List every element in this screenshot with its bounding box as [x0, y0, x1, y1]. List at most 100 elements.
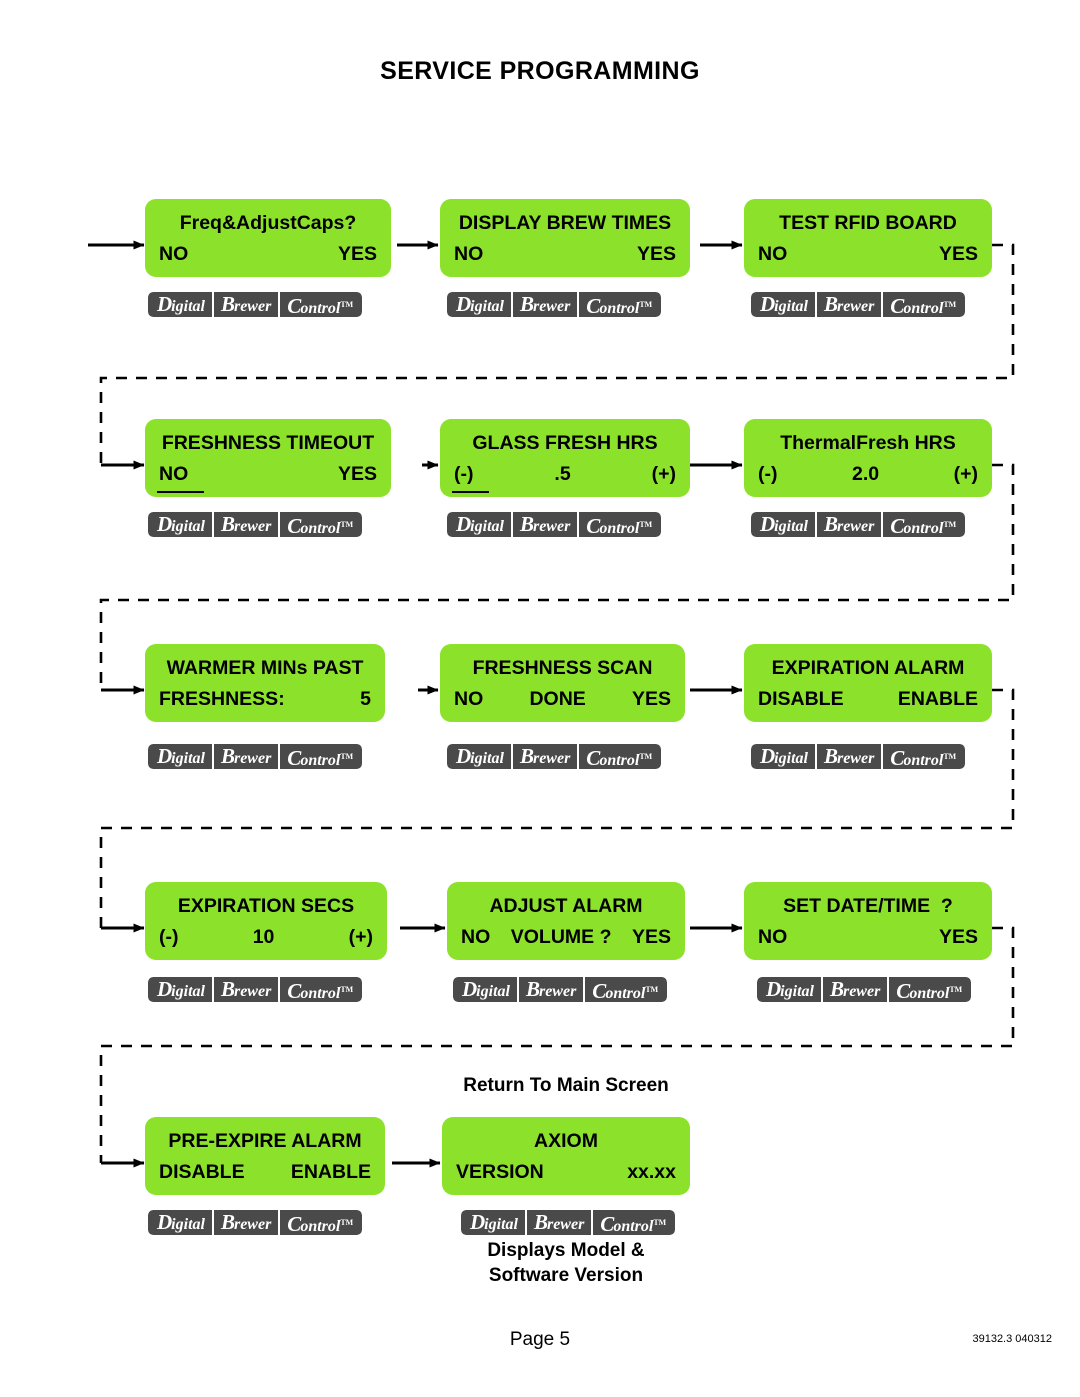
screen-pre-expire-alarm[interactable]: PRE-EXPIRE ALARM DISABLE ENABLE: [145, 1117, 385, 1195]
option-left[interactable]: NO: [758, 922, 787, 953]
lcd-title: EXPIRATION SECS: [177, 895, 355, 917]
lcd-title: ADJUST ALARM: [489, 895, 643, 917]
screen-warmer-mins-past[interactable]: WARMER MINs PAST FRESHNESS: 5: [145, 644, 385, 722]
brand-digital: Digital: [447, 744, 511, 769]
option-left[interactable]: NO: [758, 239, 787, 270]
brand-brewer: Brewer: [213, 977, 279, 1002]
brand-digital: Digital: [447, 292, 511, 317]
option-done[interactable]: DONE: [529, 684, 585, 715]
value-display: .5: [554, 463, 571, 485]
decrement-button[interactable]: (-): [758, 459, 777, 490]
document-code: 39132.3 040312: [972, 1333, 1052, 1345]
brand-brewer: Brewer: [512, 744, 578, 769]
screen-display-brew-times[interactable]: DISPLAY BREW TIMES NO YES: [440, 199, 690, 277]
option-right[interactable]: YES: [637, 239, 676, 270]
displays-model-note-line2: Software Version: [488, 1265, 644, 1286]
option-right[interactable]: YES: [338, 239, 377, 270]
lcd-options[interactable]: NO YES: [758, 922, 978, 953]
brand-control: ControlTM: [889, 977, 972, 1002]
screen-axiom-version[interactable]: AXIOM VERSION xx.xx: [442, 1117, 690, 1195]
lcd-title: PRE-EXPIRE ALARM: [168, 1130, 362, 1152]
option-yes[interactable]: YES: [632, 684, 671, 715]
brand-brewer: Brewer: [213, 512, 279, 537]
option-enable[interactable]: ENABLE: [898, 684, 978, 715]
value-display: 2.0: [852, 463, 880, 485]
brand-digital: Digital: [751, 292, 815, 317]
decrement-button[interactable]: (-): [159, 922, 178, 953]
option-no[interactable]: NO: [461, 922, 490, 953]
lcd-options[interactable]: NO VOLUME ? YES: [461, 922, 671, 953]
brand-digital: Digital: [148, 292, 212, 317]
brand-badge: Digital Brewer ControlTM: [461, 1210, 676, 1235]
increment-button[interactable]: (+): [349, 922, 373, 953]
lcd-options[interactable]: (-) .5 (+): [451, 459, 676, 493]
brand-badge: Digital Brewer ControlTM: [751, 292, 966, 317]
screen-thermalfresh-hrs[interactable]: ThermalFresh HRS (-) 2.0 (+): [744, 419, 992, 497]
decrement-button[interactable]: (-): [451, 459, 491, 493]
brand-digital: Digital: [751, 512, 815, 537]
lcd-panel[interactable]: EXPIRATION ALARM DISABLE ENABLE: [744, 644, 992, 722]
option-right[interactable]: YES: [939, 239, 978, 270]
brand-digital: Digital: [148, 512, 212, 537]
brand-badge: Digital Brewer ControlTM: [447, 512, 662, 537]
option-right[interactable]: YES: [939, 922, 978, 953]
lcd-options[interactable]: (-) 2.0 (+): [758, 459, 978, 490]
lcd-panel[interactable]: TEST RFID BOARD NO YES: [744, 199, 992, 277]
brand-brewer: Brewer: [213, 292, 279, 317]
lcd-panel[interactable]: AXIOM VERSION xx.xx: [442, 1117, 690, 1195]
lcd-panel[interactable]: Freq&AdjustCaps? NO YES: [145, 199, 391, 277]
option-yes[interactable]: YES: [632, 922, 671, 953]
lcd-panel[interactable]: FRESHNESS SCAN NO DONE YES: [440, 644, 685, 722]
lcd-panel[interactable]: ThermalFresh HRS (-) 2.0 (+): [744, 419, 992, 497]
volume-prompt: VOLUME ?: [510, 926, 612, 948]
lcd-options[interactable]: NO YES: [454, 239, 676, 270]
screen-expiration-alarm[interactable]: EXPIRATION ALARM DISABLE ENABLE: [744, 644, 992, 722]
version-value: xx.xx: [627, 1161, 676, 1183]
lcd-panel[interactable]: ADJUST ALARM NO VOLUME ? YES: [447, 882, 685, 960]
option-left[interactable]: NO: [454, 239, 483, 270]
screen-test-rfid-board[interactable]: TEST RFID BOARD NO YES: [744, 199, 992, 277]
option-left[interactable]: NO: [156, 459, 205, 493]
lcd-options[interactable]: FRESHNESS: 5: [159, 684, 371, 715]
option-disable[interactable]: DISABLE: [159, 1157, 245, 1188]
lcd-options[interactable]: NO YES: [159, 239, 377, 270]
lcd-panel[interactable]: EXPIRATION SECS (-) 10 (+): [145, 882, 387, 960]
lcd-panel[interactable]: DISPLAY BREW TIMES NO YES: [440, 199, 690, 277]
lcd-options[interactable]: NO DONE YES: [454, 684, 671, 715]
brand-badge: Digital Brewer ControlTM: [757, 977, 972, 1002]
lcd-options[interactable]: DISABLE ENABLE: [159, 1157, 371, 1188]
option-no[interactable]: NO: [454, 684, 483, 715]
lcd-title: AXIOM: [534, 1130, 598, 1152]
lcd-options[interactable]: NO YES: [758, 239, 978, 270]
value-display: 10: [252, 926, 275, 948]
brand-badge: Digital Brewer ControlTM: [751, 512, 966, 537]
option-disable[interactable]: DISABLE: [758, 684, 844, 715]
lcd-options[interactable]: DISABLE ENABLE: [758, 684, 978, 715]
increment-button[interactable]: (+): [954, 459, 978, 490]
screen-adjust-alarm[interactable]: ADJUST ALARM NO VOLUME ? YES: [447, 882, 685, 960]
increment-button[interactable]: (+): [652, 459, 676, 490]
screen-glass-fresh-hrs[interactable]: GLASS FRESH HRS (-) .5 (+): [440, 419, 690, 497]
lcd-panel[interactable]: WARMER MINs PAST FRESHNESS: 5: [145, 644, 385, 722]
brand-brewer: Brewer: [526, 1210, 592, 1235]
option-left[interactable]: NO: [159, 239, 188, 270]
lcd-panel[interactable]: FRESHNESS TIMEOUT NO YES: [145, 419, 391, 497]
lcd-panel[interactable]: SET DATE/TIME ? NO YES: [744, 882, 992, 960]
option-enable[interactable]: ENABLE: [291, 1157, 371, 1188]
lcd-title: GLASS FRESH HRS: [472, 432, 658, 454]
screen-freshness-scan[interactable]: FRESHNESS SCAN NO DONE YES: [440, 644, 685, 722]
lcd-options[interactable]: (-) 10 (+): [159, 922, 373, 953]
lcd-options[interactable]: NO YES: [156, 459, 377, 493]
screen-freshness-timeout[interactable]: FRESHNESS TIMEOUT NO YES: [145, 419, 391, 497]
page-number: Page 5: [509, 1329, 571, 1350]
option-right[interactable]: YES: [338, 459, 377, 490]
screen-freq-adjust-caps[interactable]: Freq&AdjustCaps? NO YES: [145, 199, 391, 277]
brand-control: ControlTM: [579, 512, 662, 537]
brand-digital: Digital: [148, 977, 212, 1002]
brand-badge: Digital Brewer ControlTM: [453, 977, 668, 1002]
lcd-panel[interactable]: GLASS FRESH HRS (-) .5 (+): [440, 419, 690, 497]
screen-expiration-secs[interactable]: EXPIRATION SECS (-) 10 (+): [145, 882, 387, 960]
screen-set-date-time[interactable]: SET DATE/TIME ? NO YES: [744, 882, 992, 960]
brand-brewer: Brewer: [512, 512, 578, 537]
lcd-panel[interactable]: PRE-EXPIRE ALARM DISABLE ENABLE: [145, 1117, 385, 1195]
